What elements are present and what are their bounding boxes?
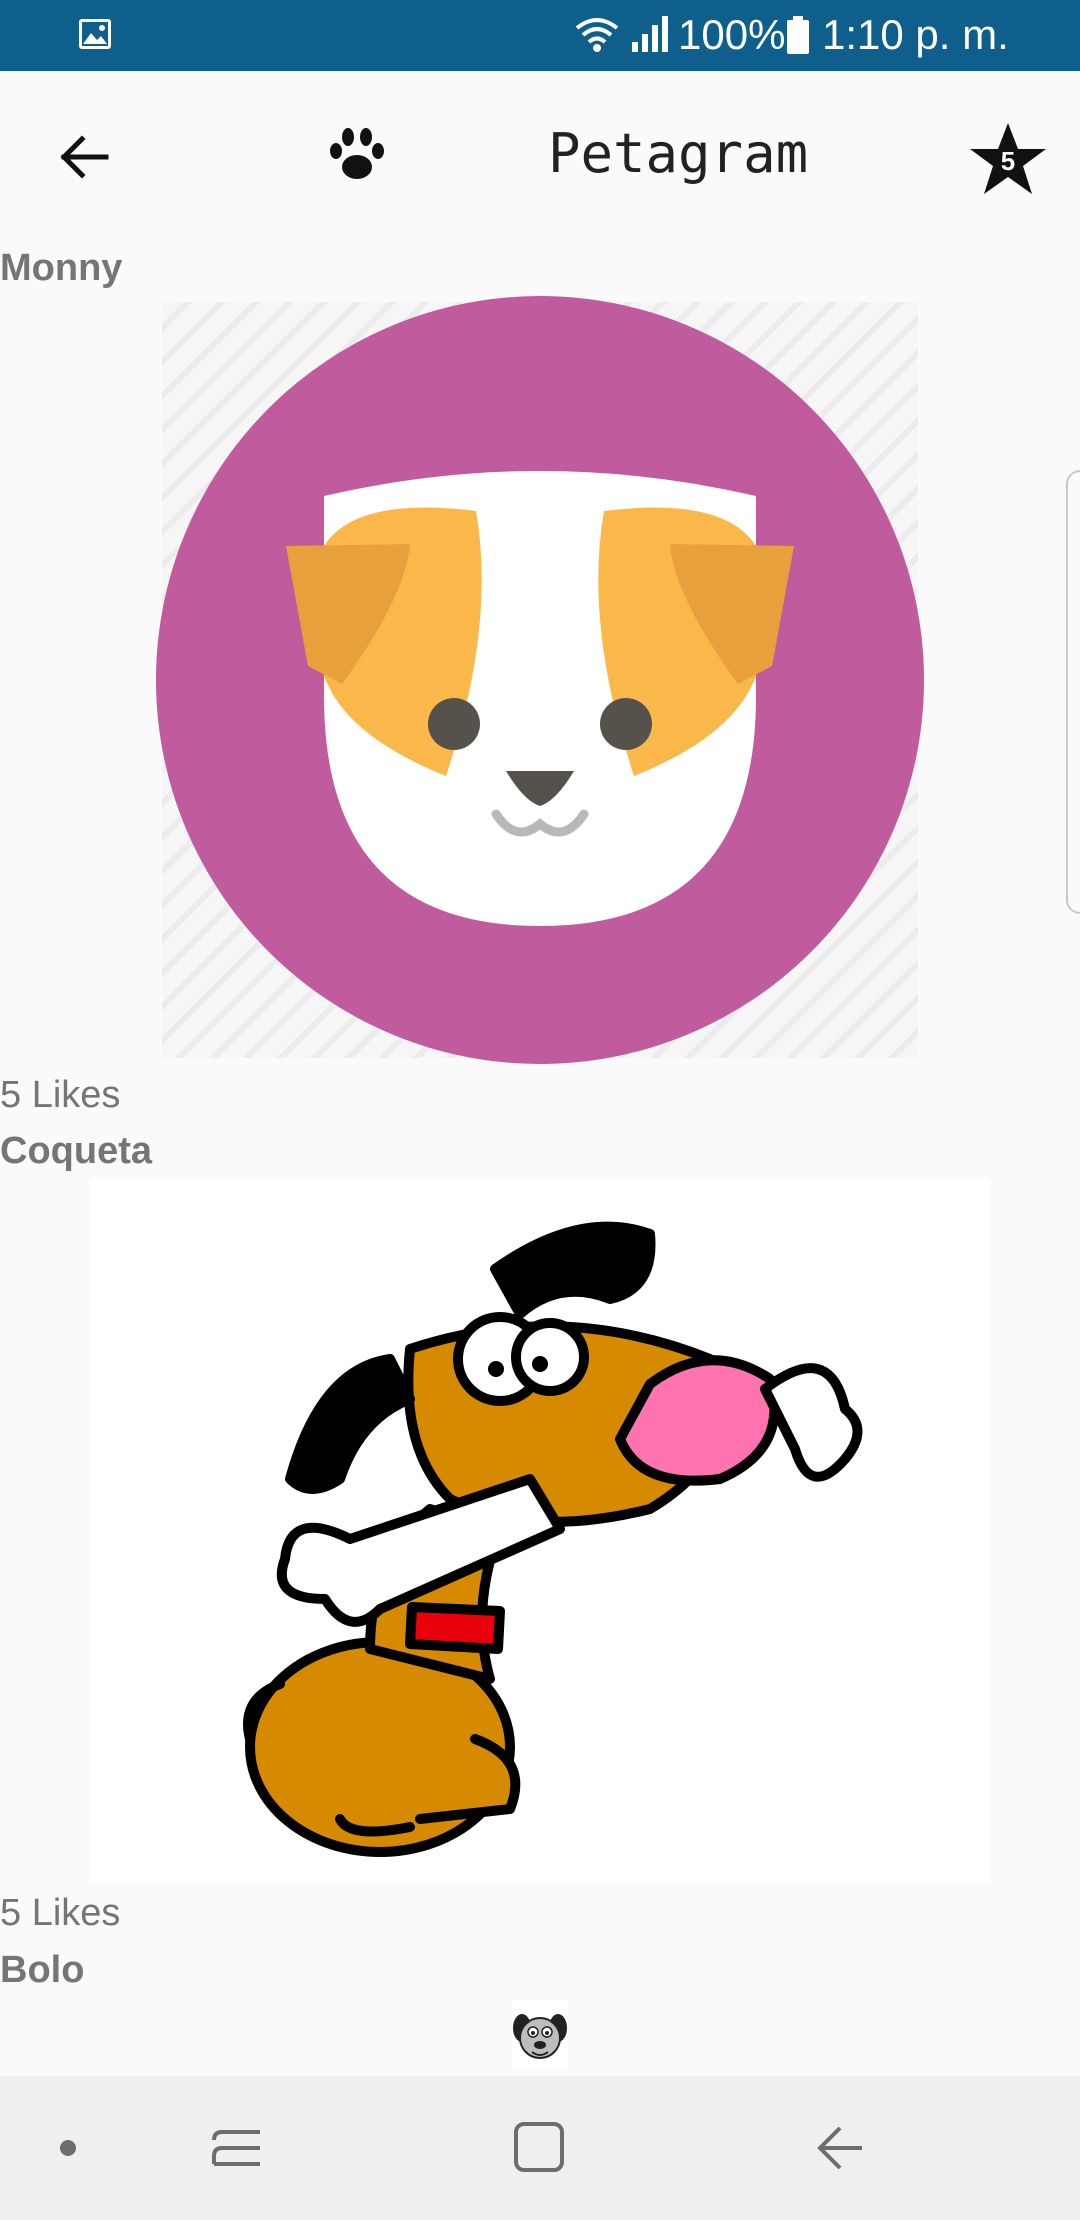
app-title: Petagram: [548, 122, 809, 185]
likes-count: 5 Likes: [0, 1892, 121, 1934]
arrow-back-icon[interactable]: [52, 125, 116, 189]
edge-panel-handle[interactable]: [1066, 470, 1080, 914]
system-navigation-bar: [0, 2076, 1080, 2220]
recent-apps-icon[interactable]: [210, 2120, 266, 2176]
dot-icon[interactable]: [60, 2140, 76, 2156]
battery-percentage: 100%: [678, 11, 786, 58]
clock: 1:10 p. m.: [822, 11, 1009, 58]
pet-photo[interactable]: [512, 2000, 568, 2070]
status-bar: 100% 1:10 p. m.: [0, 0, 1080, 71]
home-icon[interactable]: [512, 2120, 568, 2176]
paw-icon[interactable]: [326, 123, 388, 185]
battery-icon: [787, 16, 809, 54]
pet-photo[interactable]: [156, 296, 924, 1064]
back-icon[interactable]: [812, 2120, 868, 2176]
pet-name: Coqueta: [0, 1130, 152, 1172]
likes-count: 5 Likes: [0, 1074, 121, 1116]
signal-icon: [632, 16, 668, 52]
favorites-count: 5: [1000, 146, 1016, 176]
wifi-icon: [575, 18, 619, 52]
pet-name: Monny: [0, 247, 123, 289]
image-icon: [79, 19, 111, 49]
app-toolbar: Petagram 5: [0, 71, 1080, 239]
pet-photo[interactable]: [90, 1179, 990, 1883]
pet-name: Bolo: [0, 1949, 85, 1991]
